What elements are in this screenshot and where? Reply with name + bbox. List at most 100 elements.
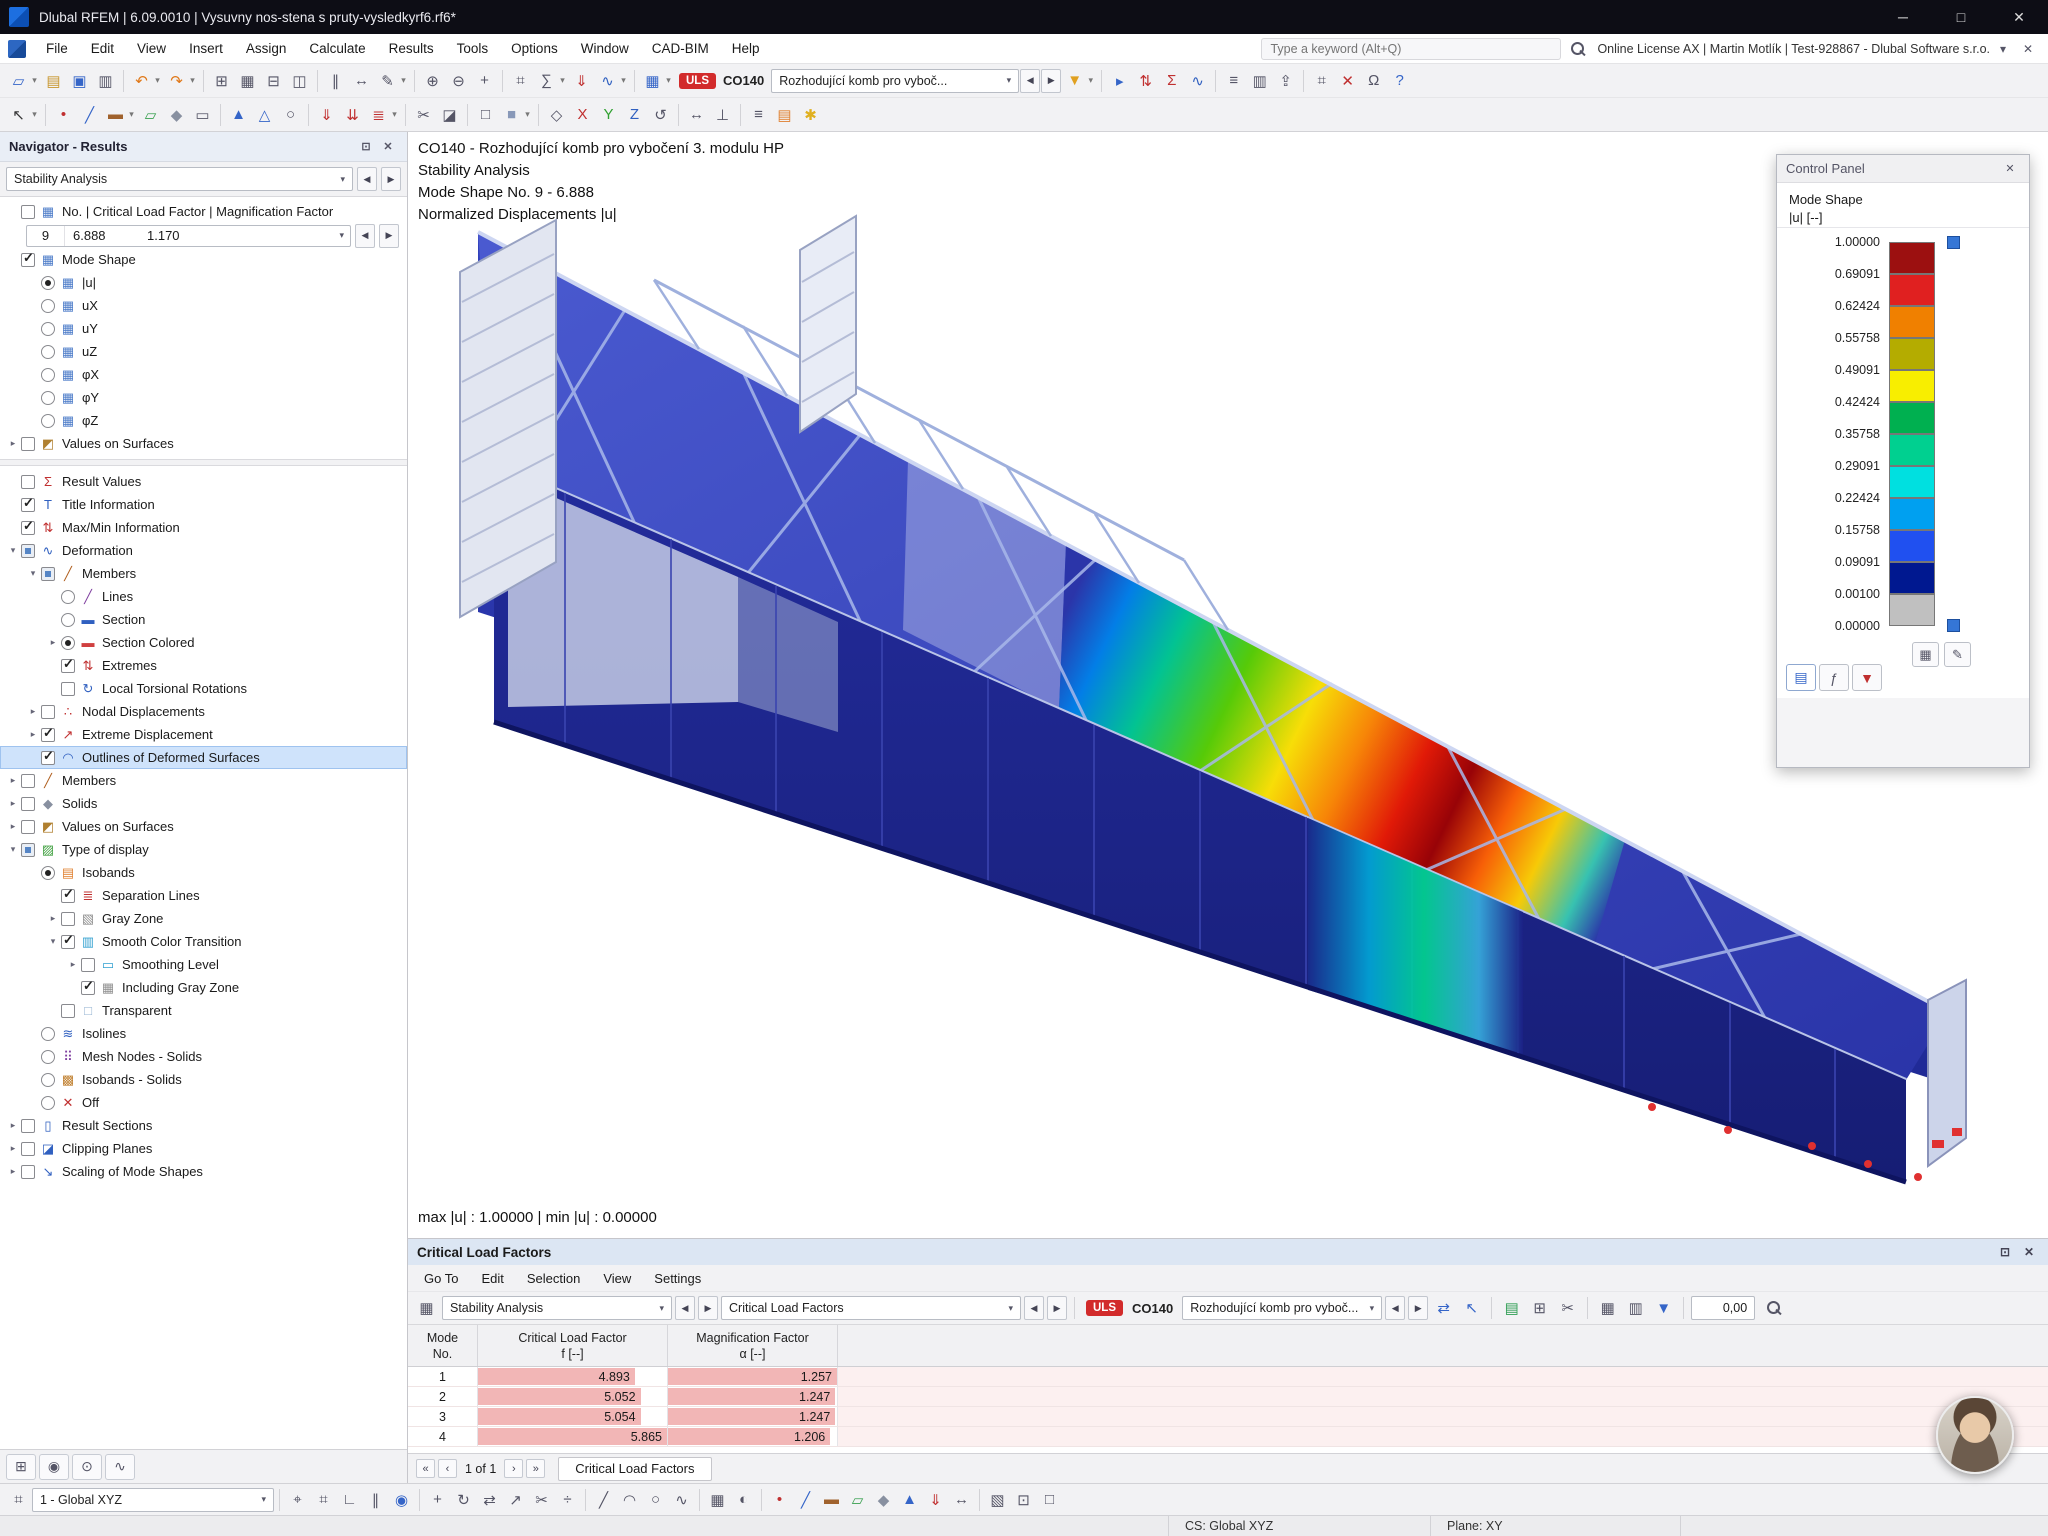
table-tab-critical-load-factors[interactable]: Critical Load Factors bbox=[558, 1456, 712, 1481]
analysis-combo[interactable]: Stability Analysis ▾ bbox=[442, 1296, 672, 1320]
tree-item-checkbox[interactable] bbox=[61, 612, 75, 627]
load-combination-combo[interactable]: Rozhodující komb pro vyboč... ▾ bbox=[771, 68, 1020, 93]
table-row[interactable]: 3 5.054 1.247 bbox=[408, 1407, 2048, 1427]
previous-view-icon[interactable]: ↺ bbox=[648, 102, 673, 128]
cell-magnification-factor[interactable]: 1.206 bbox=[668, 1427, 838, 1446]
expand-arrow-icon[interactable]: ▸ bbox=[6, 1166, 20, 1177]
tree-item[interactable]: ▦ φX bbox=[0, 363, 407, 386]
tree-item-checkbox[interactable] bbox=[41, 1072, 55, 1087]
cell-mode-number[interactable]: 3 bbox=[408, 1407, 478, 1426]
pin-panel-icon[interactable]: ▾ bbox=[1991, 38, 2015, 60]
cell-critical-load-factor[interactable]: 4.893 bbox=[478, 1367, 668, 1386]
cell-mode-number[interactable]: 4 bbox=[408, 1427, 478, 1446]
cell-critical-load-factor[interactable]: 5.054 bbox=[478, 1407, 668, 1426]
line-support-icon[interactable]: △ bbox=[252, 102, 277, 128]
tree-item[interactable]: T Title Information bbox=[0, 493, 407, 516]
tree-item-checkbox[interactable] bbox=[21, 1164, 35, 1179]
tree-item[interactable]: ▸ ◪ Clipping Planes bbox=[0, 1137, 407, 1160]
tree-item-checkbox[interactable] bbox=[21, 796, 35, 811]
load-dropdown-caret[interactable]: ▾ bbox=[389, 102, 400, 128]
surface-tool-icon[interactable]: ▱ bbox=[138, 102, 163, 128]
print-icon[interactable]: ▥ bbox=[93, 68, 118, 94]
table-menu-item[interactable]: View bbox=[592, 1268, 642, 1289]
cp-tab-filter-icon[interactable]: ▼ bbox=[1852, 664, 1882, 691]
nav-tab-views-icon[interactable]: ⊙ bbox=[72, 1453, 102, 1480]
tree-item[interactable]: ▸ ▯ Result Sections bbox=[0, 1114, 407, 1137]
tree-item-checkbox[interactable] bbox=[61, 1003, 75, 1018]
table-menu-item[interactable]: Settings bbox=[643, 1268, 712, 1289]
tree-item[interactable]: ▸ ▬ Section Colored bbox=[0, 631, 407, 654]
render-dropdown-caret[interactable]: ▾ bbox=[522, 102, 533, 128]
pick-in-graphic-icon[interactable]: ↖ bbox=[1459, 1295, 1484, 1321]
cell-magnification-factor[interactable]: 1.247 bbox=[668, 1407, 838, 1426]
edit-color-scale-icon[interactable]: ✎ bbox=[1944, 642, 1971, 667]
tree-item[interactable]: ◠ Outlines of Deformed Surfaces bbox=[0, 746, 407, 769]
cp-tab-factors-icon[interactable]: ƒ bbox=[1819, 664, 1849, 691]
export-icon[interactable]: ⇪ bbox=[1273, 68, 1298, 94]
calculate-all-icon[interactable]: ∑ bbox=[534, 68, 559, 94]
pan-icon[interactable]: + bbox=[472, 68, 497, 94]
nav-tab-results-icon[interactable]: ∿ bbox=[105, 1453, 135, 1480]
tree-item[interactable]: ▸ ╱ Members bbox=[0, 769, 407, 792]
float-panel-icon[interactable]: ⊡ bbox=[1995, 1242, 2015, 1262]
next-load-case-button[interactable]: ▶ bbox=[1041, 68, 1062, 93]
scale-min-handle[interactable] bbox=[1947, 619, 1960, 632]
table-view-icon[interactable]: ▦ bbox=[1595, 1295, 1620, 1321]
select-pointer-icon[interactable]: ↖ bbox=[6, 102, 31, 128]
close-ribbon-icon[interactable]: ✕ bbox=[2016, 38, 2040, 60]
next-analysis-button[interactable]: ▶ bbox=[381, 167, 401, 191]
tree-item-checkbox[interactable] bbox=[21, 250, 35, 267]
tree-item-checkbox[interactable] bbox=[61, 656, 75, 673]
cell-mode-number[interactable]: 2 bbox=[408, 1387, 478, 1406]
tree-item-checkbox[interactable] bbox=[41, 367, 55, 382]
tree-item[interactable]: ▸ ◩ Values on Surfaces bbox=[0, 432, 407, 455]
menu-item[interactable]: Calculate bbox=[298, 37, 376, 60]
expand-arrow-icon[interactable]: ▸ bbox=[6, 775, 20, 786]
animation-icon[interactable]: ▸ bbox=[1107, 68, 1132, 94]
rotate-icon[interactable]: ↻ bbox=[451, 1487, 476, 1513]
previous-table-button[interactable]: ◀ bbox=[675, 1296, 695, 1320]
expand-arrow-icon[interactable]: ▾ bbox=[26, 568, 40, 579]
cell-mode-number[interactable]: 1 bbox=[408, 1367, 478, 1386]
tree-item-checkbox[interactable] bbox=[21, 842, 35, 857]
previous-load-case-button[interactable]: ◀ bbox=[1020, 68, 1041, 93]
tree-item[interactable]: ▾ ∿ Deformation bbox=[0, 539, 407, 562]
table-row[interactable]: 2 5.052 1.247 bbox=[408, 1387, 2048, 1407]
tree-item[interactable]: ↻ Local Torsional Rotations bbox=[0, 677, 407, 700]
tree-item-checkbox[interactable] bbox=[21, 204, 35, 219]
undo-icon[interactable]: ↶ bbox=[129, 68, 154, 94]
tree-item-checkbox[interactable] bbox=[21, 436, 35, 451]
view-isometric-icon[interactable]: ◇ bbox=[544, 102, 569, 128]
view-y-icon[interactable]: Y bbox=[596, 102, 621, 128]
member-hinge-icon[interactable]: ○ bbox=[278, 102, 303, 128]
node-tool-icon[interactable]: • bbox=[51, 102, 76, 128]
member-load-icon[interactable]: ⇊ bbox=[340, 102, 365, 128]
tree-item[interactable]: ▸ ↘ Scaling of Mode Shapes bbox=[0, 1160, 407, 1183]
tree-item[interactable]: ⇅ Extremes bbox=[0, 654, 407, 677]
snap-icon[interactable]: ⌖ bbox=[285, 1487, 310, 1513]
tree-item-checkbox[interactable] bbox=[41, 1095, 55, 1110]
dimension-icon[interactable]: ↔ bbox=[349, 68, 374, 94]
expand-arrow-icon[interactable]: ▸ bbox=[26, 729, 40, 740]
tree-item-checkbox[interactable] bbox=[61, 635, 75, 650]
tree-item[interactable]: ▦ |u| bbox=[0, 271, 407, 294]
wireframe-mode-icon[interactable]: □ bbox=[473, 102, 498, 128]
nav-tab-data-icon[interactable]: ⊞ bbox=[6, 1453, 36, 1480]
float-panel-icon[interactable]: ⊡ bbox=[356, 137, 376, 157]
csv-columns-icon[interactable]: ⊞ bbox=[1527, 1295, 1552, 1321]
calculate-dropdown-caret[interactable]: ▾ bbox=[557, 68, 568, 94]
tree-item[interactable]: ▦ Including Gray Zone bbox=[0, 976, 407, 999]
tree-item-checkbox[interactable] bbox=[21, 819, 35, 834]
expand-arrow-icon[interactable]: ▾ bbox=[46, 936, 60, 947]
screenshot-icon[interactable]: ⊡ bbox=[1011, 1487, 1036, 1513]
menu-item[interactable]: Help bbox=[721, 37, 771, 60]
show-loads-icon[interactable]: ⇓ bbox=[923, 1487, 948, 1513]
fullscreen-icon[interactable]: □ bbox=[1037, 1487, 1062, 1513]
expand-arrow-icon[interactable]: ▸ bbox=[6, 1143, 20, 1154]
tables-icon[interactable]: ▦ bbox=[235, 68, 260, 94]
cell-critical-load-factor[interactable]: 5.052 bbox=[478, 1387, 668, 1406]
tree-item[interactable]: ▦ Mode Shape bbox=[0, 248, 407, 271]
tree-item-checkbox[interactable] bbox=[21, 773, 35, 788]
tree-item[interactable]: ▦ No. | Critical Load Factor | Magnifica… bbox=[0, 200, 407, 223]
show-surfaces-icon[interactable]: ▱ bbox=[845, 1487, 870, 1513]
